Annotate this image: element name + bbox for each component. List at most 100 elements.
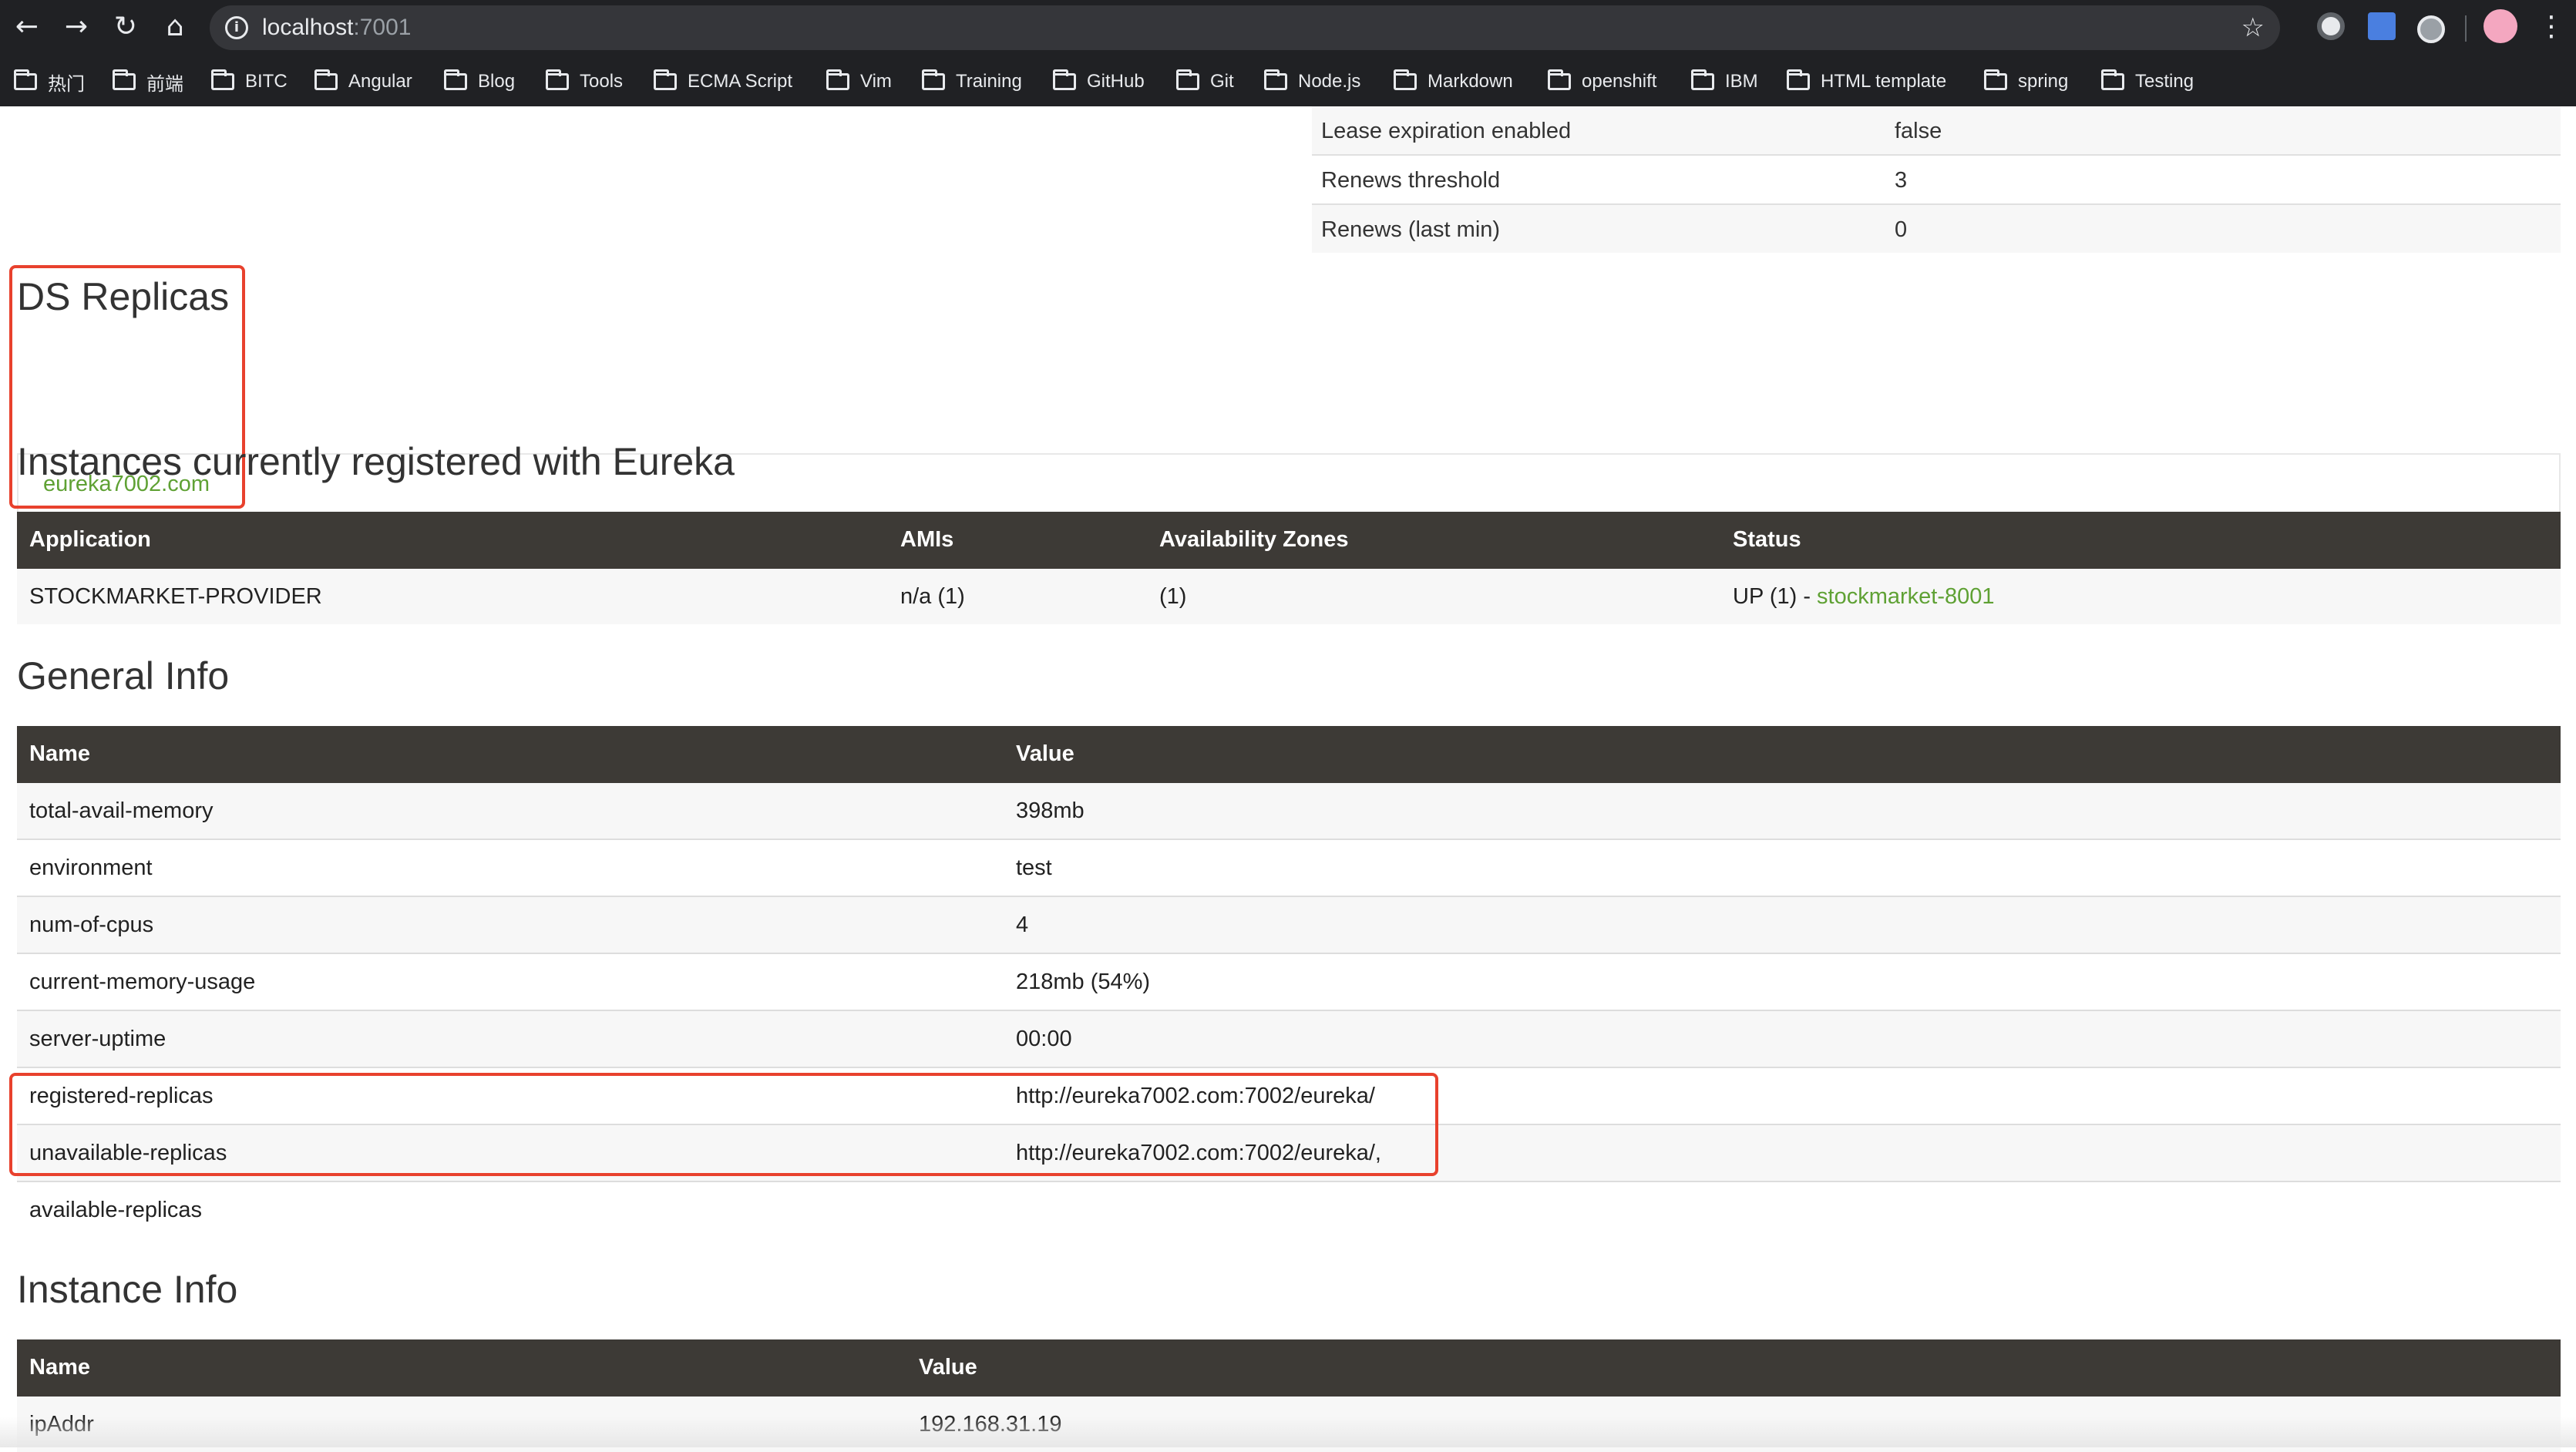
bookmark-folder[interactable]: spring bbox=[1984, 60, 2068, 103]
folder-icon bbox=[1394, 69, 1417, 90]
info-name: num-of-cpus bbox=[29, 913, 154, 937]
folder-icon bbox=[14, 69, 37, 90]
profile-avatar[interactable] bbox=[2484, 9, 2517, 43]
column-header: Name bbox=[29, 1355, 90, 1380]
column-header: Value bbox=[1016, 741, 1074, 766]
table-header: Name Value bbox=[17, 726, 2561, 783]
address-bar[interactable]: i localhost:7001 ☆ bbox=[210, 5, 2280, 50]
lease-table: Lease expiration enabled false Renews th… bbox=[1312, 106, 2561, 253]
application-name: STOCKMARKET-PROVIDER bbox=[29, 584, 322, 609]
folder-icon bbox=[826, 69, 849, 90]
bookmark-folder[interactable]: openshift bbox=[1548, 60, 1656, 103]
bookmark-folder[interactable]: Vim bbox=[826, 60, 892, 103]
bookmark-folder[interactable]: BITC bbox=[211, 60, 288, 103]
reload-icon[interactable]: ↻ bbox=[106, 8, 145, 46]
lease-value: 0 bbox=[1895, 217, 1908, 242]
lease-name: Lease expiration enabled bbox=[1321, 119, 1572, 143]
bookmark-label: 热门 bbox=[48, 73, 85, 95]
general-info-title: General Info bbox=[17, 654, 230, 697]
bookmark-folder[interactable]: 前端 bbox=[113, 60, 183, 103]
bookmark-folder[interactable]: Node.js bbox=[1264, 60, 1360, 103]
zones-value: (1) bbox=[1159, 584, 1187, 609]
info-name: available-replicas bbox=[29, 1198, 203, 1222]
table-row: available-replicas bbox=[17, 1182, 2561, 1238]
folder-icon bbox=[1264, 69, 1287, 90]
column-header: Name bbox=[29, 741, 90, 766]
bookmark-folder[interactable]: GitHub bbox=[1053, 60, 1145, 103]
info-value: 218mb (54%) bbox=[1016, 970, 1151, 994]
bookmark-label: Git bbox=[1210, 71, 1234, 92]
bookmark-star-icon[interactable]: ☆ bbox=[2241, 10, 2265, 45]
table-row: STOCKMARKET-PROVIDER n/a (1) (1) UP (1) … bbox=[17, 569, 2561, 624]
bookmark-label: ECMA Script bbox=[688, 71, 793, 92]
folder-icon bbox=[1984, 69, 2007, 90]
bookmark-label: Blog bbox=[478, 71, 516, 92]
folder-icon bbox=[1787, 69, 1810, 90]
browser-toolbar: ← → ↻ ⌂ i localhost:7001 ☆ ⋮ bbox=[0, 0, 2576, 57]
browser-chrome: ← → ↻ ⌂ i localhost:7001 ☆ ⋮ 热门 前端 BITC … bbox=[0, 0, 2576, 106]
folder-icon bbox=[444, 69, 467, 90]
bookmark-folder[interactable]: Git bbox=[1176, 60, 1234, 103]
column-header: Availability Zones bbox=[1159, 527, 1349, 552]
lease-value: false bbox=[1895, 119, 1942, 143]
bookmark-folder[interactable]: ECMA Script bbox=[654, 60, 792, 103]
site-info-icon[interactable]: i bbox=[225, 16, 248, 39]
bookmark-folder[interactable]: Angular bbox=[314, 60, 412, 103]
amis-value: n/a (1) bbox=[900, 584, 965, 609]
table-row: Renews threshold 3 bbox=[1312, 156, 2561, 205]
back-arrow-icon[interactable]: ← bbox=[8, 8, 46, 46]
info-name: server-uptime bbox=[29, 1027, 166, 1051]
bookmark-label: Angular bbox=[348, 71, 412, 92]
forward-arrow-icon[interactable]: → bbox=[57, 8, 96, 46]
bookmark-folder[interactable]: Blog bbox=[444, 60, 515, 103]
bookmark-label: Training bbox=[956, 71, 1022, 92]
bookmark-label: Markdown bbox=[1428, 71, 1513, 92]
bookmark-label: Testing bbox=[2135, 71, 2194, 92]
table-row: total-avail-memory 398mb bbox=[17, 783, 2561, 840]
home-icon[interactable]: ⌂ bbox=[156, 8, 194, 46]
translate-icon[interactable] bbox=[2368, 12, 2396, 40]
bookmark-folder[interactable]: 热门 bbox=[14, 60, 85, 103]
table-row: Lease expiration enabled false bbox=[1312, 106, 2561, 156]
bookmark-folder[interactable]: Tools bbox=[546, 60, 623, 103]
table-header: Name Value bbox=[17, 1339, 2561, 1397]
toolbar-divider bbox=[2465, 15, 2467, 42]
info-value: 398mb bbox=[1016, 798, 1085, 823]
instances-table: Application AMIs Availability Zones Stat… bbox=[17, 512, 2561, 624]
extension-icon[interactable] bbox=[2317, 12, 2345, 40]
table-header: Application AMIs Availability Zones Stat… bbox=[17, 512, 2561, 569]
menu-dots-icon[interactable]: ⋮ bbox=[2536, 8, 2567, 46]
bookmark-label: Tools bbox=[580, 71, 624, 92]
bookmark-label: GitHub bbox=[1087, 71, 1145, 92]
folder-icon bbox=[1176, 69, 1199, 90]
folder-icon bbox=[113, 69, 136, 90]
bookmark-folder[interactable]: IBM bbox=[1691, 60, 1758, 103]
bookmark-label: Vim bbox=[860, 71, 892, 92]
bookmark-label: IBM bbox=[1725, 71, 1758, 92]
column-header: AMIs bbox=[900, 527, 954, 552]
instance-link[interactable]: stockmarket-8001 bbox=[1817, 584, 1995, 609]
folder-icon bbox=[1691, 69, 1714, 90]
bookmark-folder[interactable]: Markdown bbox=[1394, 60, 1513, 103]
bookmark-folder[interactable]: HTML template bbox=[1787, 60, 1946, 103]
bookmark-label: 前端 bbox=[146, 73, 183, 95]
column-header: Application bbox=[29, 527, 151, 552]
folder-icon bbox=[211, 69, 234, 90]
page-content: Lease expiration enabled false Renews th… bbox=[0, 106, 2576, 1452]
table-row: server-uptime 00:00 bbox=[17, 1011, 2561, 1068]
bookmarks-bar: 热门 前端 BITC Angular Blog Tools ECMA Scrip… bbox=[0, 60, 2576, 103]
bookmark-label: BITC bbox=[245, 71, 288, 92]
lease-value: 3 bbox=[1895, 168, 1908, 193]
instance-info-title: Instance Info bbox=[17, 1268, 238, 1311]
bookmark-label: openshift bbox=[1582, 71, 1657, 92]
bookmark-folder[interactable]: Training bbox=[922, 60, 1022, 103]
table-row: environment test bbox=[17, 840, 2561, 897]
info-value: test bbox=[1016, 855, 1052, 880]
bookmark-folder[interactable]: Testing bbox=[2101, 60, 2194, 103]
info-name: environment bbox=[29, 855, 153, 880]
extension-circle-icon[interactable] bbox=[2417, 15, 2445, 43]
replicas-highlight bbox=[9, 1073, 1438, 1176]
table-row: num-of-cpus 4 bbox=[17, 897, 2561, 954]
status-prefix: UP (1) - bbox=[1733, 584, 1818, 609]
column-header: Value bbox=[919, 1355, 977, 1380]
